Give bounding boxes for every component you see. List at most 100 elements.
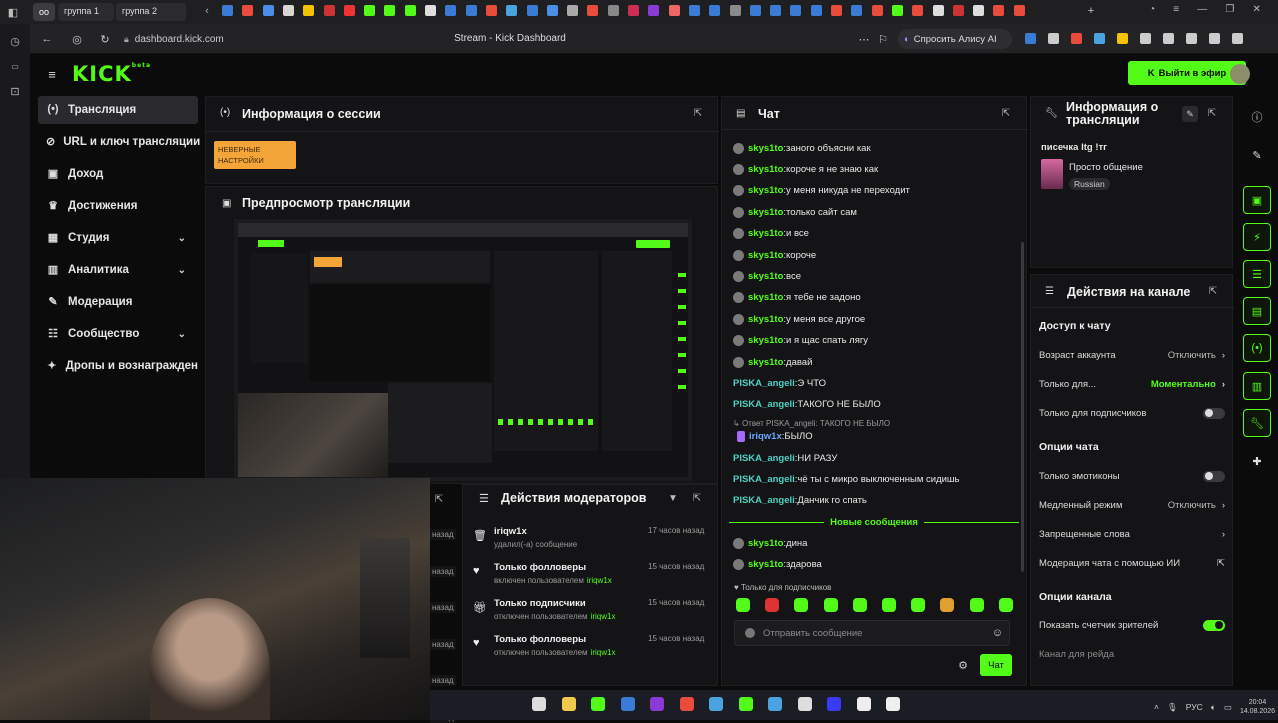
popout-icon[interactable]: ⇱ xyxy=(1206,107,1218,119)
chat-username[interactable]: skys1to xyxy=(748,164,783,175)
edit-icon[interactable]: ✎ xyxy=(1243,141,1271,169)
new-messages-divider[interactable]: Новые сообщения xyxy=(729,516,1019,528)
tab-favicon[interactable] xyxy=(688,5,700,16)
tray-chevron-icon[interactable]: ˄ xyxy=(1154,702,1159,712)
tab-group-1[interactable]: группа 1 xyxy=(58,3,114,21)
mod-action-user[interactable]: iriqw1x xyxy=(587,576,612,585)
mod-action-row[interactable]: 🎁︎ Только подписчики отключен пользователе… xyxy=(470,595,716,627)
kick-logo[interactable]: KICKbeta xyxy=(72,62,151,86)
mod-action-user[interactable]: iriqw1x xyxy=(591,648,616,657)
extension-icon[interactable] xyxy=(1048,33,1059,44)
taskbar-app-icon[interactable] xyxy=(591,697,605,711)
profile-icon[interactable]: ◔ xyxy=(1149,4,1155,20)
tab-favicon[interactable] xyxy=(303,5,315,16)
chat-username[interactable]: skys1to xyxy=(748,314,783,325)
emote-icon[interactable] xyxy=(736,598,750,612)
category-name[interactable]: Просто общение xyxy=(1069,162,1143,173)
tab-favicon[interactable] xyxy=(729,5,741,16)
chat-message[interactable]: skys1to: короче xyxy=(733,247,816,263)
chat-username[interactable]: PISKA_angeli xyxy=(733,378,795,389)
tab-favicon[interactable] xyxy=(282,5,294,16)
tab-favicon[interactable] xyxy=(567,5,579,16)
emote-icon[interactable] xyxy=(998,598,1013,612)
popout-icon[interactable]: ⇱ xyxy=(691,492,703,504)
popout-icon[interactable]: ⇱ xyxy=(1207,285,1219,297)
taskbar-app-icon[interactable] xyxy=(797,697,812,711)
incognito-icon[interactable]: oo xyxy=(33,3,55,21)
emote-icon[interactable] xyxy=(882,598,896,612)
add-widget-icon[interactable]: ✚ xyxy=(1243,447,1271,475)
tab-favicon[interactable] xyxy=(871,5,883,16)
chevron-down-icon[interactable]: ⌄ xyxy=(178,329,186,340)
speaker-icon[interactable]: 🔈︎ xyxy=(1211,702,1216,713)
tab-favicon[interactable] xyxy=(445,5,457,16)
emotes-only-toggle[interactable] xyxy=(1203,470,1225,482)
taskbar-app-icon[interactable] xyxy=(679,697,694,711)
tab-favicon[interactable] xyxy=(891,5,903,16)
slow-mode-row[interactable]: Медленный режим Отключить › xyxy=(1039,497,1225,513)
tab-favicon[interactable] xyxy=(546,5,558,16)
taskbar-app-icon[interactable] xyxy=(768,697,782,711)
extension-icon[interactable] xyxy=(1209,33,1220,44)
extension-icon[interactable] xyxy=(1232,33,1243,44)
screenshot-icon[interactable]: ⊡ xyxy=(8,84,22,98)
tab-favicon[interactable] xyxy=(790,5,802,16)
chat-username[interactable]: skys1to xyxy=(748,559,783,570)
tab-favicon[interactable] xyxy=(749,5,761,16)
taskbar-app-icon[interactable] xyxy=(532,697,546,711)
mod-action-row[interactable]: ♥ Только фолловеры включен пользователем ir… xyxy=(470,559,716,591)
tab-favicon[interactable] xyxy=(262,5,274,16)
workspaces-icon[interactable]: ◧ xyxy=(6,5,20,19)
emote-icon[interactable] xyxy=(794,598,809,612)
taskbar-app-icon[interactable] xyxy=(827,697,841,711)
taskbar-app-icon[interactable] xyxy=(650,697,664,711)
tab-favicon[interactable] xyxy=(648,5,660,16)
chat-username[interactable]: PISKA_angeli xyxy=(733,399,795,410)
emote-icon[interactable] xyxy=(765,598,780,612)
chat-message[interactable]: skys1to: у меня все другое xyxy=(733,311,865,327)
extension-icon[interactable] xyxy=(1163,33,1174,44)
tab-favicon[interactable] xyxy=(831,5,842,16)
stream-preview-video[interactable] xyxy=(234,219,692,481)
chevron-down-icon[interactable]: ⌄ xyxy=(178,233,186,244)
keyboard-lang[interactable]: РУС xyxy=(1186,702,1203,712)
sidebar-item-6[interactable]: ▥ Аналитика ⌄ xyxy=(38,256,198,284)
emote-icon[interactable] xyxy=(823,598,838,612)
chat-icon[interactable]: ▤ xyxy=(1243,297,1271,325)
ask-ai-button[interactable]: ◐ Спросить Алису AI xyxy=(898,29,1012,49)
chat-username[interactable]: skys1to xyxy=(748,207,783,218)
sidebar-item-5[interactable]: ▦ Студия ⌄ xyxy=(38,224,198,252)
taskbar-app-icon[interactable] xyxy=(738,697,753,711)
sidebar-item-7[interactable]: ✎ Модерация xyxy=(38,288,198,316)
tab-favicon[interactable] xyxy=(709,5,721,16)
info-icon[interactable]: ⓘ xyxy=(1243,103,1271,131)
tab-favicon[interactable] xyxy=(364,5,376,16)
tab-favicon[interactable] xyxy=(770,5,782,16)
tv-icon[interactable]: ▭ xyxy=(8,59,22,73)
chat-username[interactable]: skys1to xyxy=(748,228,783,239)
taskbar-app-icon[interactable] xyxy=(709,697,723,711)
tab-favicon[interactable] xyxy=(587,5,599,16)
tab-favicon[interactable] xyxy=(323,5,335,16)
back-icon[interactable]: ← xyxy=(40,32,54,46)
tab-favicon[interactable] xyxy=(628,5,639,16)
go-live-button[interactable]: K Выйти в эфир xyxy=(1128,61,1246,85)
subs-only-row[interactable]: Только для подписчиков xyxy=(1039,405,1225,421)
extension-icon[interactable] xyxy=(1186,33,1197,44)
minimize-icon[interactable]: — xyxy=(1197,4,1207,20)
popout-icon[interactable]: ⇱ xyxy=(692,107,704,119)
raid-channel-label[interactable]: Канал для рейда xyxy=(1039,649,1114,660)
tab-favicon[interactable] xyxy=(404,5,416,16)
taskbar-app-icon[interactable] xyxy=(561,697,576,711)
chat-message[interactable]: skys1to: у меня никуда не переходит xyxy=(733,183,910,199)
extension-icon[interactable] xyxy=(1025,33,1036,44)
chat-message[interactable]: skys1to: здарова xyxy=(733,556,822,572)
chat-message[interactable]: skys1to: дина xyxy=(733,535,807,551)
chevron-down-icon[interactable]: ⌄ xyxy=(178,265,186,276)
chat-username[interactable]: skys1to xyxy=(748,271,783,282)
broadcast-icon[interactable]: (•) xyxy=(1243,334,1271,362)
tab-favicon[interactable] xyxy=(506,5,518,16)
sidebar-item-1[interactable]: (•) Трансляция xyxy=(38,96,198,124)
chat-username[interactable]: skys1to xyxy=(748,143,783,154)
tab-favicon[interactable] xyxy=(384,5,396,16)
